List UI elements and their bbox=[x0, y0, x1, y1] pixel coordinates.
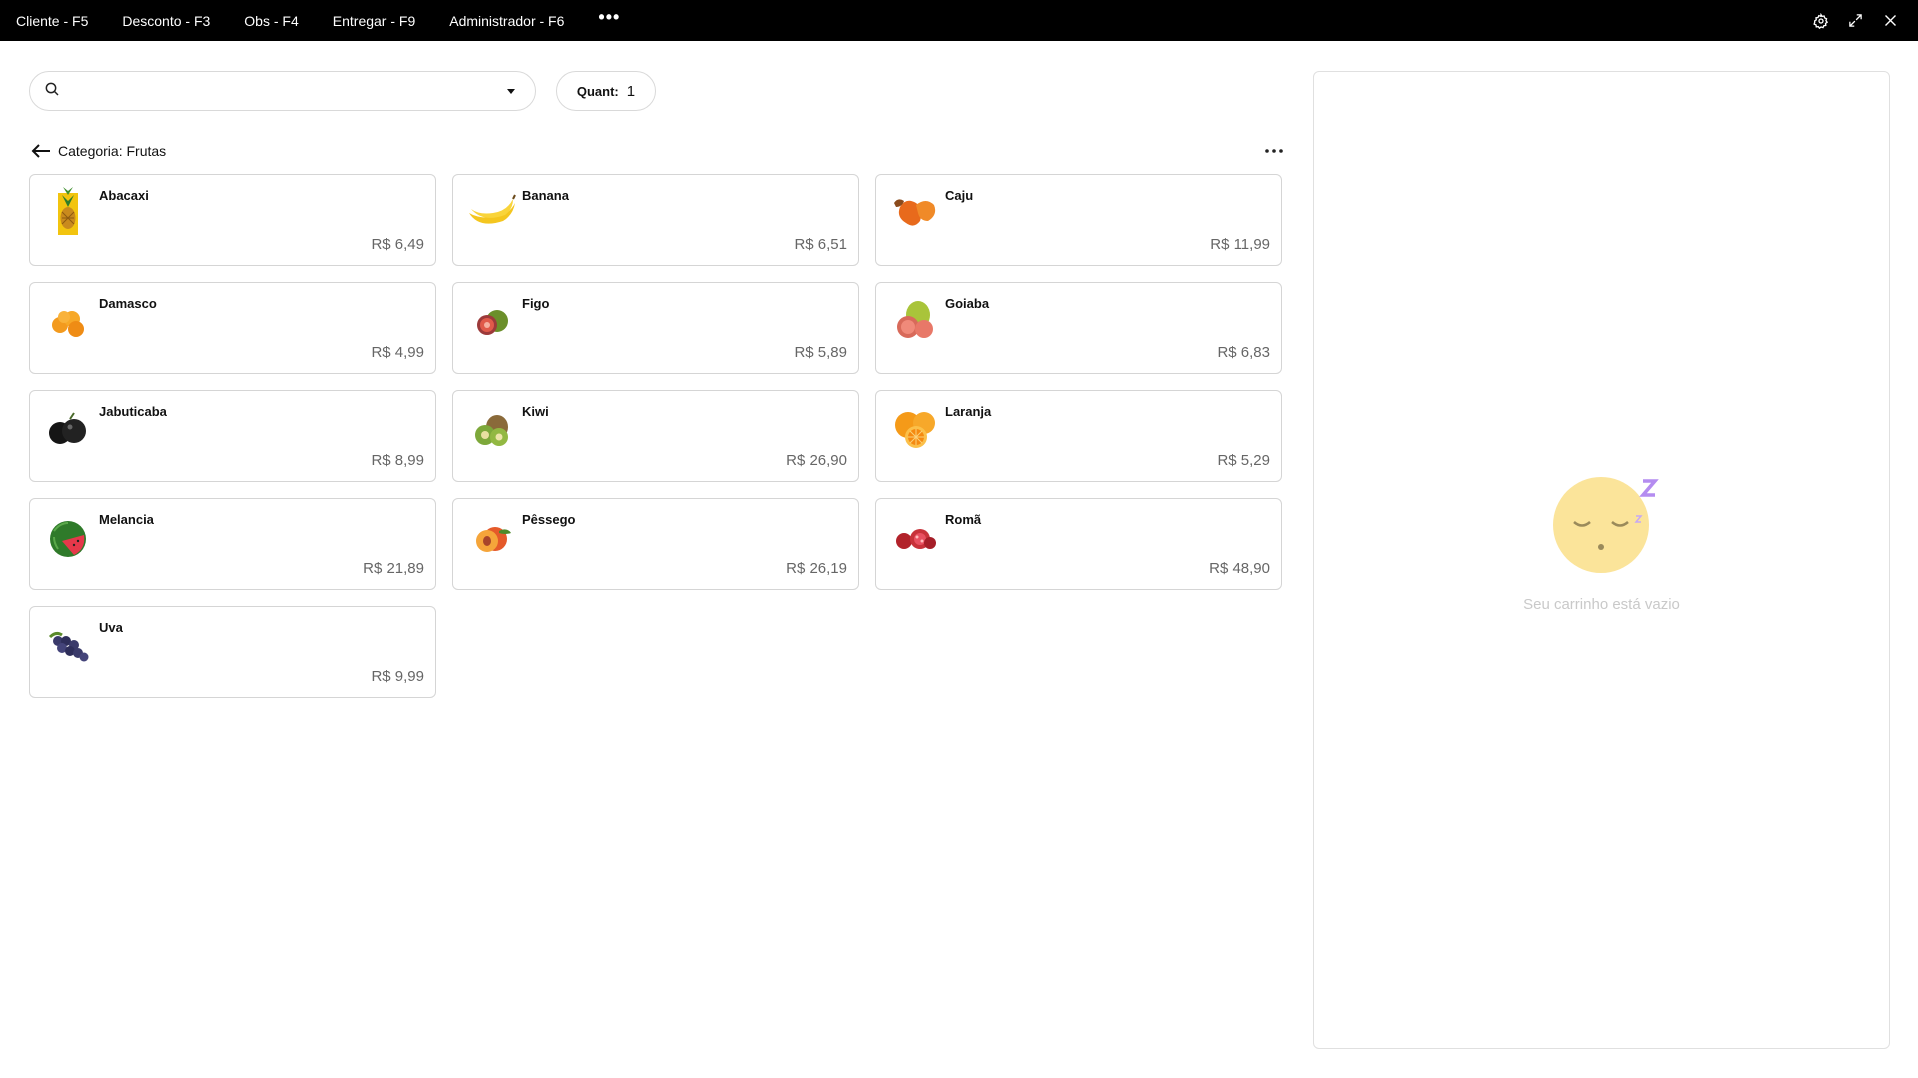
expand-icon[interactable] bbox=[1838, 0, 1873, 41]
category-more-icon[interactable] bbox=[1260, 140, 1288, 162]
product-card-figo[interactable]: Figo R$ 5,89 bbox=[452, 282, 859, 374]
product-card-jabuticaba[interactable]: Jabuticaba R$ 8,99 bbox=[29, 390, 436, 482]
product-name: Kiwi bbox=[522, 404, 549, 419]
product-name: Romã bbox=[945, 512, 982, 527]
product-card-uva[interactable]: Uva R$ 9,99 bbox=[29, 606, 436, 698]
product-name: Pêssego bbox=[522, 512, 576, 527]
search-input[interactable] bbox=[68, 76, 501, 106]
product-card-roma[interactable]: Romã R$ 48,90 bbox=[875, 498, 1282, 590]
jabuticaba-icon bbox=[40, 401, 96, 457]
quantity-value: 1 bbox=[626, 82, 636, 100]
product-grid: Abacaxi R$ 6,49 Banana R$ 6,51 Caju R$ 1… bbox=[29, 174, 1283, 698]
product-name: Damasco bbox=[99, 296, 157, 311]
product-name: Banana bbox=[522, 188, 569, 203]
product-card-laranja[interactable]: Laranja R$ 5,29 bbox=[875, 390, 1282, 482]
product-price: R$ 11,99 bbox=[1210, 236, 1270, 253]
product-card-melancia[interactable]: Melancia R$ 21,89 bbox=[29, 498, 436, 590]
watermelon-icon bbox=[40, 509, 96, 565]
window-controls bbox=[1803, 0, 1908, 41]
product-card-damasco[interactable]: Damasco R$ 4,99 bbox=[29, 282, 436, 374]
top-menu: Cliente - F5 Desconto - F3 Obs - F4 Entr… bbox=[0, 0, 620, 41]
kiwi-icon bbox=[463, 401, 519, 457]
quantity-button[interactable]: Quant: 1 bbox=[556, 71, 656, 111]
menu-administrador[interactable]: Administrador - F6 bbox=[449, 13, 564, 29]
arrow-left-icon[interactable] bbox=[30, 140, 52, 162]
product-card-pessego[interactable]: Pêssego R$ 26,19 bbox=[452, 498, 859, 590]
category-title: Categoria: Frutas bbox=[58, 143, 167, 159]
product-price: R$ 5,89 bbox=[794, 344, 847, 361]
orange-icon bbox=[886, 401, 942, 457]
product-price: R$ 6,49 bbox=[371, 236, 424, 253]
grapes-icon bbox=[40, 617, 96, 673]
product-card-kiwi[interactable]: Kiwi R$ 26,90 bbox=[452, 390, 859, 482]
product-name: Caju bbox=[945, 188, 974, 203]
product-price: R$ 26,19 bbox=[786, 560, 847, 577]
gear-icon[interactable] bbox=[1803, 0, 1838, 41]
product-price: R$ 48,90 bbox=[1209, 560, 1270, 577]
menu-desconto[interactable]: Desconto - F3 bbox=[122, 13, 210, 29]
product-name: Goiaba bbox=[945, 296, 990, 311]
product-price: R$ 26,90 bbox=[786, 452, 847, 469]
pomegranate-icon bbox=[886, 509, 942, 565]
search-icon bbox=[44, 81, 60, 102]
product-card-goiaba[interactable]: Goiaba R$ 6,83 bbox=[875, 282, 1282, 374]
product-name: Abacaxi bbox=[99, 188, 149, 203]
quantity-label: Quant: bbox=[576, 83, 619, 99]
peach-icon bbox=[463, 509, 519, 565]
product-card-banana[interactable]: Banana R$ 6,51 bbox=[452, 174, 859, 266]
pineapple-icon bbox=[40, 185, 96, 241]
product-price: R$ 6,83 bbox=[1217, 344, 1270, 361]
product-name: Jabuticaba bbox=[99, 404, 167, 419]
product-price: R$ 6,51 bbox=[794, 236, 847, 253]
product-price: R$ 21,89 bbox=[363, 560, 424, 577]
close-icon[interactable] bbox=[1873, 0, 1908, 41]
menu-obs[interactable]: Obs - F4 bbox=[244, 13, 298, 29]
product-price: R$ 8,99 bbox=[371, 452, 424, 469]
banana-icon bbox=[463, 185, 519, 241]
category-header: Categoria: Frutas bbox=[30, 140, 166, 162]
product-price: R$ 5,29 bbox=[1217, 452, 1270, 469]
sleeping-face-icon bbox=[1516, 475, 1686, 645]
product-name: Figo bbox=[522, 296, 550, 311]
menu-entregar[interactable]: Entregar - F9 bbox=[333, 13, 415, 29]
product-card-caju[interactable]: Caju R$ 11,99 bbox=[875, 174, 1282, 266]
cart-empty-text: Seu carrinho está vazio bbox=[1523, 596, 1680, 613]
product-name: Uva bbox=[99, 620, 123, 635]
product-name: Melancia bbox=[99, 512, 154, 527]
guava-icon bbox=[886, 293, 942, 349]
more-options-icon[interactable]: ••• bbox=[598, 7, 620, 28]
product-name: Laranja bbox=[945, 404, 992, 419]
cashew-fruit-icon bbox=[886, 185, 942, 241]
product-price: R$ 9,99 bbox=[371, 668, 424, 685]
top-bar: Cliente - F5 Desconto - F3 Obs - F4 Entr… bbox=[0, 0, 1918, 41]
product-search bbox=[29, 71, 536, 111]
product-price: R$ 4,99 bbox=[371, 344, 424, 361]
fig-icon bbox=[463, 293, 519, 349]
menu-cliente[interactable]: Cliente - F5 bbox=[16, 13, 88, 29]
apricot-icon bbox=[40, 293, 96, 349]
product-card-abacaxi[interactable]: Abacaxi R$ 6,49 bbox=[29, 174, 436, 266]
chevron-down-icon[interactable] bbox=[501, 81, 521, 101]
